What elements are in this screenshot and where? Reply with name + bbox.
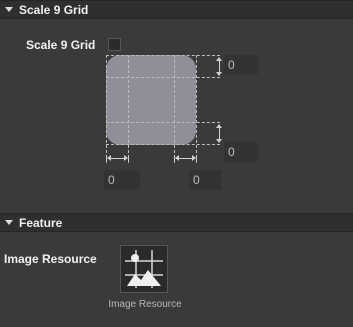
arrow-left-icon: [107, 155, 111, 161]
feature-section-header[interactable]: Feature: [0, 213, 353, 232]
feature-section-title: Feature: [19, 215, 63, 230]
scale9-section-title: Scale 9 Grid: [19, 2, 89, 17]
scale9-checkbox[interactable]: [108, 38, 121, 51]
guide-right-inner: [174, 55, 175, 163]
guide-left-inner: [128, 55, 129, 163]
arrow-up-icon: [216, 57, 222, 61]
guide-right-outer: [196, 55, 197, 163]
guide-top-outer: [106, 55, 220, 56]
guide-left-outer: [106, 55, 107, 163]
scale9-preview-image: [106, 55, 196, 145]
guide-top-inner: [106, 77, 220, 78]
arrow-down-icon: [216, 72, 222, 76]
scale9-checkbox-label: Scale 9 Grid: [26, 38, 96, 52]
image-resource-caption: Image Resource: [108, 299, 182, 310]
tick: [196, 155, 197, 161]
tick: [128, 155, 129, 161]
top-inset-field[interactable]: 0: [224, 55, 258, 75]
scale9-section-header[interactable]: Scale 9 Grid: [0, 0, 353, 19]
right-inset-field[interactable]: 0: [189, 170, 221, 190]
image-placeholder-icon: [125, 250, 163, 288]
collapse-triangle-icon[interactable]: [5, 7, 13, 12]
image-resource-picker[interactable]: [120, 245, 168, 293]
guide-bottom-inner: [106, 122, 220, 123]
guide-bottom-outer: [106, 144, 220, 145]
arrow-left-icon: [175, 155, 179, 161]
arrow-right-icon: [192, 155, 196, 161]
collapse-triangle-icon[interactable]: [5, 220, 13, 225]
left-inset-field[interactable]: 0: [104, 170, 140, 190]
arrow-right-icon: [124, 155, 128, 161]
arrow-down-icon: [216, 139, 222, 143]
arrow-up-icon: [216, 124, 222, 128]
image-resource-label: Image Resource: [4, 252, 97, 266]
bottom-inset-field[interactable]: 0: [224, 142, 258, 162]
